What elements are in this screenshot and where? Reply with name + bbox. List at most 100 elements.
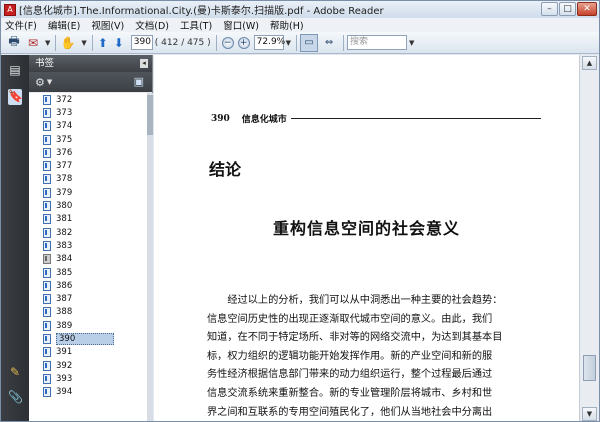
bookmark-item[interactable]: 380 [29,199,147,212]
bookmark-item[interactable]: 382 [29,226,147,239]
page-count: ( 412 / 475 ) [154,37,211,48]
bookmarks-icon[interactable]: 🔖 [8,89,23,105]
search-input[interactable]: 搜索 [347,35,408,50]
pages-icon[interactable]: ▤ [8,63,22,79]
pdf-page: 390 信息化城市 结论 重构信息空间的社会意义 经过以上的分析，我们可以从中洞… [154,55,579,421]
expand-bookmark-icon[interactable]: ▣ [134,75,144,88]
zoom-in-icon[interactable]: + [237,36,250,49]
chapter-heading: 结论 [209,160,242,179]
bookmark-item[interactable]: 374 [29,120,147,133]
menu-view[interactable]: 视图(V) [91,18,124,32]
bookmark-item[interactable]: 379 [29,186,147,199]
maximize-button[interactable]: □ [559,2,576,16]
bookmark-item[interactable]: 390 [29,332,147,345]
menu-document[interactable]: 文档(D) [135,18,169,32]
bookmark-page-icon [43,240,51,251]
panel-title: 书签 [35,58,55,69]
paragraph-line: 务性经济根据信息部门带来的动力组织运行，整个过程最后通过 [207,369,493,381]
bookmark-page-icon [43,214,51,225]
bookmark-item[interactable]: 375 [29,133,147,146]
bookmark-label: 377 [56,161,73,172]
close-button[interactable]: ✕ [577,2,597,16]
header-page-number: 390 [211,113,230,124]
chevron-down-icon[interactable]: ▼ [47,78,52,86]
bookmark-label: 381 [56,214,73,225]
bookmark-item[interactable]: 386 [29,279,147,292]
document-view[interactable]: 390 信息化城市 结论 重构信息空间的社会意义 经过以上的分析，我们可以从中洞… [154,55,579,421]
bookmark-page-icon [43,147,51,158]
attachments-icon[interactable]: 📎 [8,390,23,406]
bookmark-item[interactable]: 389 [29,319,147,332]
bookmark-item[interactable]: 383 [29,239,147,252]
window-title: [信息化城市].The.Informational.City.(曼)卡斯泰尔.扫… [19,6,384,17]
menu-help[interactable]: 帮助(H) [270,18,304,32]
scroll-down-icon[interactable]: ▼ [582,407,597,421]
fit-page-icon[interactable]: ▭ [300,33,319,52]
bookmark-label: 376 [56,147,73,158]
document-scrollbar[interactable]: ▲ ▼ [579,55,599,421]
bookmark-page-icon [43,107,51,118]
zoom-dropdown-icon[interactable]: ▼ [286,39,291,47]
scroll-up-icon[interactable]: ▲ [582,56,597,70]
next-page-icon[interactable]: ⬇ [112,34,126,52]
print-icon[interactable]: 🖶 [5,34,23,52]
scrollbar-thumb[interactable] [583,355,596,381]
toolbar-divider [343,34,345,51]
bookmark-label: 373 [56,107,73,118]
chevron-down-icon[interactable]: ▼ [45,39,50,47]
bookmark-label: 378 [56,174,73,185]
bookmark-item[interactable]: 372 [29,93,147,106]
bookmark-page-icon [43,201,51,212]
bookmark-item[interactable]: 378 [29,173,147,186]
toolbar-divider [296,34,298,51]
bookmark-label: 380 [56,201,73,212]
collaborate-icon[interactable]: ✋ [59,34,77,52]
create-pdf-icon[interactable]: ✉ [25,34,41,52]
bookmark-item[interactable]: 391 [29,346,147,359]
header-rule [290,118,541,119]
title-bar: A [信息化城市].The.Informational.City.(曼)卡斯泰尔… [1,1,599,18]
bookmark-item[interactable]: 376 [29,146,147,159]
bookmark-item[interactable]: 388 [29,306,147,319]
window-controls: – □ ✕ [541,2,597,16]
bookmark-item[interactable]: 384 [29,253,147,266]
fit-width-icon[interactable]: ⇔ [320,34,338,52]
bookmark-item[interactable]: 373 [29,106,147,119]
body-paragraph: 经过以上的分析，我们可以从中洞悉出一种主要的社会趋势： 信息空间历史性的出现正逐渐… [207,292,532,421]
bookmark-item[interactable]: 387 [29,292,147,305]
search-dropdown-icon[interactable]: ▼ [409,39,414,47]
menu-tools[interactable]: 工具(T) [180,18,212,32]
menu-edit[interactable]: 编辑(E) [48,18,80,32]
zoom-input[interactable]: 72.9% [253,35,285,50]
minimize-button[interactable]: – [541,2,558,16]
bookmark-item[interactable]: 394 [29,386,147,399]
paragraph-line: 知道，在不同于特定场所、非对等的网络交流中，为达到其基本目 [207,332,503,344]
app-window: A [信息化城市].The.Informational.City.(曼)卡斯泰尔… [0,0,600,422]
paragraph-line: 经过以上的分析，我们可以从中洞悉出一种主要的社会趋势： [207,295,503,306]
bookmark-item[interactable]: 385 [29,266,147,279]
bookmark-label: 394 [56,387,73,398]
panel-scrollbar[interactable] [147,93,153,421]
panel-scrollbar-thumb[interactable] [147,95,153,135]
bookmark-label: 385 [56,267,73,278]
section-title: 重构信息空间的社会意义 [272,219,460,238]
paragraph-line: 界之间和互联系的专用空间殖民化了，他们从当地社会中分离出 [207,406,493,418]
bookmark-page-icon [43,187,51,198]
previous-page-icon[interactable]: ⬆ [96,34,110,52]
bookmark-item[interactable]: 392 [29,359,147,372]
comments-icon[interactable]: ✎ [8,365,22,381]
menu-file[interactable]: 文件(F) [5,18,37,32]
bookmark-page-icon [43,94,51,105]
collapse-panel-icon[interactable]: ◂ [140,59,148,68]
bookmark-page-icon [43,174,51,185]
chevron-down-icon[interactable]: ▼ [81,39,86,47]
bookmark-item[interactable]: 381 [29,213,147,226]
options-gear-icon[interactable]: ⚙ [35,76,45,89]
bookmark-item[interactable]: 393 [29,372,147,385]
bookmark-list: 372 373 374 375 376 377 378 379 380 381 382 383 384 3… [29,93,147,421]
zoom-out-icon[interactable]: − [221,36,234,49]
bookmark-item[interactable]: 377 [29,159,147,172]
page-number-input[interactable]: 390 [130,35,153,50]
menu-window[interactable]: 窗口(W) [223,18,259,32]
bookmark-page-icon [43,294,51,305]
